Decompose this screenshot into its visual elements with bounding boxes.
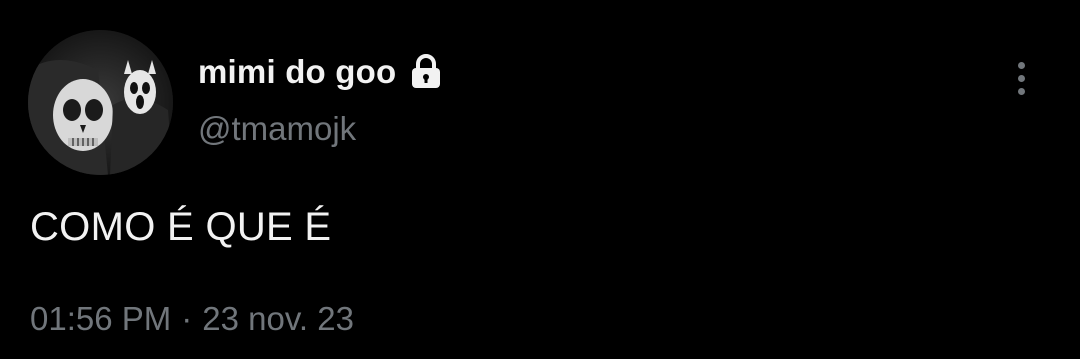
more-dot (1017, 87, 1025, 95)
tweet-text: COMO É QUE É (30, 205, 332, 249)
avatar[interactable] (28, 30, 173, 175)
tweet-detail: mimi do goo @tmamojk COMO É QUE É 01:56 … (0, 0, 1080, 359)
tweet-timestamp[interactable]: 01:56 PM · 23 nov. 23 (30, 300, 354, 338)
author-handle[interactable]: @tmamojk (198, 110, 356, 148)
tweet-time: 01:56 PM (30, 300, 172, 337)
tweet-date: 23 nov. 23 (202, 300, 354, 337)
profile-photo (28, 30, 173, 175)
lock-icon (406, 52, 446, 92)
more-vertical-icon[interactable] (1004, 56, 1038, 100)
more-dot (1017, 61, 1025, 69)
more-dot (1017, 74, 1025, 82)
author-name-row: mimi do goo (198, 50, 446, 94)
display-name[interactable]: mimi do goo (198, 53, 396, 91)
meta-separator: · (181, 300, 193, 337)
